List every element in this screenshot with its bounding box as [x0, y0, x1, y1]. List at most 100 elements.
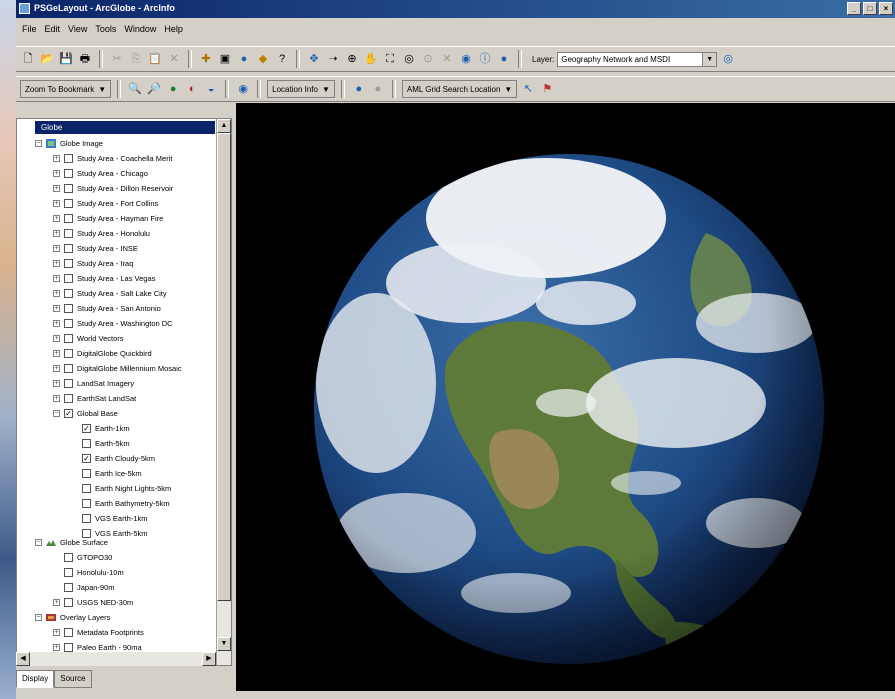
toc-layer-17[interactable]: − ✓ Global Base	[53, 406, 118, 420]
moon-icon[interactable]: ●	[370, 81, 386, 97]
catalog-icon[interactable]: ◆	[255, 51, 271, 67]
layer-checkbox[interactable]	[64, 363, 73, 373]
toc-base-layer-7[interactable]: VGS Earth-5km	[71, 526, 148, 540]
scroll-up-icon[interactable]: ▲	[217, 119, 231, 133]
toc-layer-16[interactable]: + EarthSat LandSat	[53, 391, 136, 405]
location-info-dropdown[interactable]: Location Info ▼	[267, 80, 335, 98]
layer-checkbox[interactable]	[82, 528, 91, 538]
toc-base-layer-5[interactable]: Earth Bathymetry-5km	[71, 496, 170, 510]
target-zoom-icon[interactable]: ◎	[401, 51, 417, 67]
expand-icon[interactable]: +	[53, 184, 60, 192]
toc-surface-layer-3[interactable]: + USGS NED-30m	[53, 595, 133, 609]
layer-checkbox[interactable]	[64, 153, 73, 163]
layer-checkbox[interactable]	[64, 393, 73, 403]
layer-checkbox[interactable]: ✓	[82, 453, 91, 463]
layer-select[interactable]: Geography Network and MSDI ▼	[557, 51, 718, 67]
zoom-to-bookmark-dropdown[interactable]: Zoom To Bookmark ▼	[20, 80, 112, 98]
toc-layer-7[interactable]: + Study Area - Iraq	[53, 256, 133, 270]
whats-this-icon[interactable]: ?	[274, 51, 290, 67]
layer-checkbox[interactable]	[64, 258, 73, 268]
layer-checkbox[interactable]	[64, 567, 73, 577]
toc-layer-1[interactable]: + Study Area - Chicago	[53, 166, 148, 180]
clear-selection-icon[interactable]: ✕	[439, 51, 455, 67]
tab-source[interactable]: Source	[54, 670, 92, 688]
expand-icon[interactable]: +	[53, 379, 60, 387]
globe-icon[interactable]: ●	[236, 51, 252, 67]
expand-icon[interactable]: +	[53, 214, 60, 222]
toc-layer-10[interactable]: + Study Area - San Antonio	[53, 301, 161, 315]
toc-layer-8[interactable]: + Study Area - Las Vegas	[53, 271, 155, 285]
toc-layer-13[interactable]: + DigitalGlobe Quickbird	[53, 346, 152, 360]
toc-surface-layer-2[interactable]: Japan-90m	[53, 580, 115, 594]
globe-render[interactable]	[236, 103, 895, 691]
layer-checkbox[interactable]: ✓	[82, 423, 91, 433]
menu-window[interactable]: Window	[124, 24, 156, 34]
expand-icon[interactable]: +	[53, 394, 60, 402]
layer-checkbox[interactable]	[82, 513, 91, 523]
layer-checkbox[interactable]	[64, 303, 73, 313]
toc-layer-11[interactable]: + Study Area - Washington DC	[53, 316, 173, 330]
copy-icon[interactable]: ⎘	[128, 51, 144, 67]
add-data-icon[interactable]: ✚	[198, 51, 214, 67]
new-document-icon[interactable]: 🗋	[20, 51, 36, 67]
layer-checkbox[interactable]	[64, 168, 73, 178]
expand-icon[interactable]: +	[53, 259, 60, 267]
scroll-down-icon[interactable]: ▼	[217, 637, 231, 651]
magnifier-icon[interactable]: 🔍	[127, 81, 143, 97]
toc-surface-layer-1[interactable]: Honolulu-10m	[53, 565, 124, 579]
navigate-icon[interactable]: ✥	[306, 51, 322, 67]
toc-base-layer-2[interactable]: ✓ Earth Cloudy-5km	[71, 451, 155, 465]
layer-checkbox[interactable]	[82, 483, 91, 493]
expand-icon[interactable]: +	[53, 304, 60, 312]
menu-help[interactable]: Help	[164, 24, 183, 34]
camera-icon[interactable]: ◒	[203, 81, 219, 97]
layer-checkbox[interactable]	[82, 468, 91, 478]
layer-checkbox[interactable]	[64, 243, 73, 253]
expand-icon[interactable]: +	[53, 364, 60, 372]
layer-checkbox[interactable]	[64, 642, 73, 652]
tab-display[interactable]: Display	[16, 670, 55, 688]
scroll-right-icon[interactable]: ▶	[202, 652, 216, 666]
full-extent-icon[interactable]: ⛶	[382, 51, 398, 67]
expand-icon[interactable]: +	[53, 199, 60, 207]
toc-base-layer-6[interactable]: VGS Earth-1km	[71, 511, 148, 525]
layer-checkbox[interactable]	[82, 438, 91, 448]
toc-layer-12[interactable]: + World Vectors	[53, 331, 124, 345]
print-icon[interactable]: 🖶	[77, 51, 93, 67]
layer-checkbox[interactable]	[64, 288, 73, 298]
layer-checkbox[interactable]: ✓	[64, 408, 73, 418]
delete-icon[interactable]: ✕	[166, 51, 182, 67]
toc-layer-14[interactable]: + DigitalGlobe Millennium Mosaic	[53, 361, 182, 375]
open-icon[interactable]: 📂	[39, 51, 55, 67]
toc-horizontal-scrollbar[interactable]: ◀ ▶	[16, 652, 216, 666]
cut-icon[interactable]: ✂	[109, 51, 125, 67]
expand-icon[interactable]: +	[53, 154, 60, 162]
toc-base-layer-4[interactable]: Earth Night Lights-5km	[71, 481, 171, 495]
layer-checkbox[interactable]	[64, 183, 73, 193]
toc-base-layer-3[interactable]: Earth Ice-5km	[71, 466, 142, 480]
expand-icon[interactable]: +	[53, 289, 60, 297]
toc-group-globe-image[interactable]: − Globe Image	[35, 136, 103, 150]
toc-layer-4[interactable]: + Study Area - Hayman Fire	[53, 211, 163, 225]
layer-checkbox[interactable]	[64, 378, 73, 388]
settings-globe-icon[interactable]: ◉	[235, 81, 251, 97]
fly-icon[interactable]: ➝	[325, 51, 341, 67]
zoom-in-out-icon[interactable]: ⊕	[344, 51, 360, 67]
menu-edit[interactable]: Edit	[45, 24, 61, 34]
toc-layer-15[interactable]: + LandSat Imagery	[53, 376, 134, 390]
zoom-globe-icon[interactable]: 🔎	[146, 81, 162, 97]
toc-vertical-scrollbar[interactable]: ▲ ▼	[216, 119, 231, 665]
toc-surface-layer-0[interactable]: GTOPO30	[53, 550, 112, 564]
earth-view-icon[interactable]: ●	[351, 81, 367, 97]
search-location-dropdown[interactable]: AML Grid Search Location ▼	[401, 80, 518, 98]
expand-icon[interactable]: +	[53, 319, 60, 327]
toc-layer-2[interactable]: + Study Area - Dillon Reservoir	[53, 181, 173, 195]
toc-overlay-layer-0[interactable]: + Metadata Footprints	[53, 625, 144, 639]
scroll-left-icon[interactable]: ◀	[16, 652, 30, 666]
expand-icon[interactable]: +	[53, 274, 60, 282]
globe-view[interactable]	[236, 103, 895, 691]
layer-checkbox[interactable]	[64, 597, 73, 607]
layer-checkbox[interactable]	[64, 348, 73, 358]
info-icon[interactable]: ●	[496, 51, 512, 67]
layer-checkbox[interactable]	[82, 498, 91, 508]
